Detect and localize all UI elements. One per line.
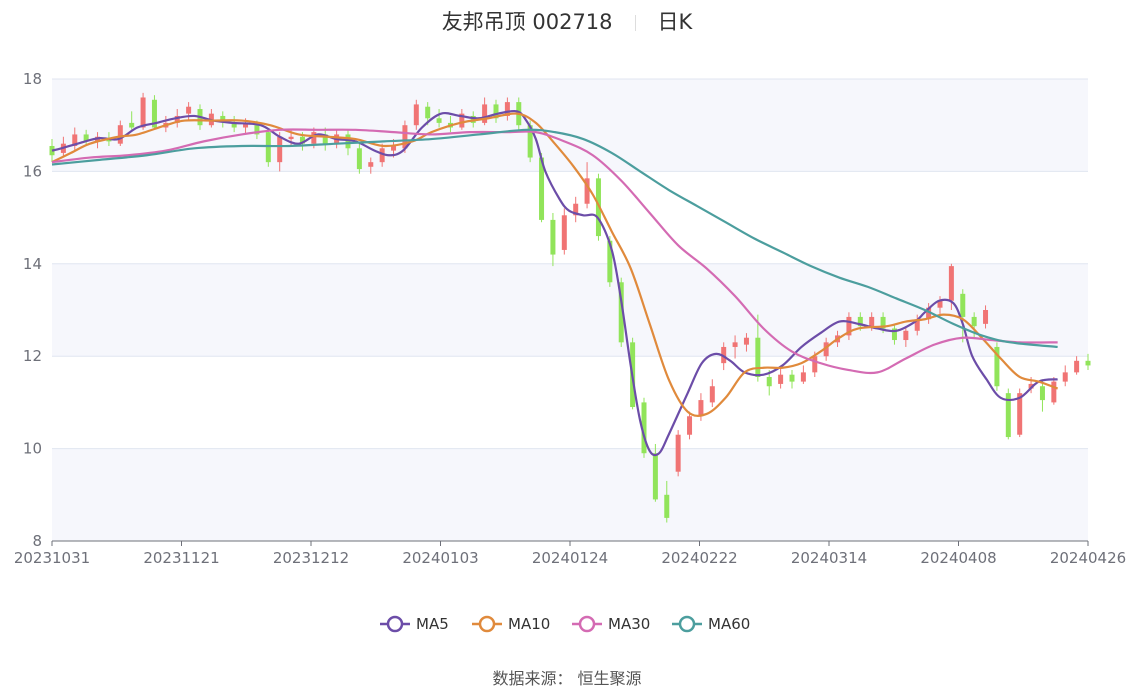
candle-body bbox=[550, 219, 556, 255]
band-16 bbox=[52, 79, 1088, 172]
band-8 bbox=[52, 448, 1088, 541]
candle-body bbox=[766, 376, 772, 387]
candle-body bbox=[368, 162, 374, 167]
candle-body bbox=[960, 293, 966, 317]
candle-body bbox=[971, 316, 977, 327]
legend-marker bbox=[478, 615, 496, 633]
candle bbox=[1051, 376, 1057, 405]
candle bbox=[698, 393, 704, 421]
candle-body bbox=[869, 316, 875, 327]
candle bbox=[709, 379, 715, 408]
y-tick-label: 16 bbox=[23, 162, 42, 180]
candle-body bbox=[652, 453, 658, 500]
legend-label: MA60 bbox=[708, 615, 750, 633]
candle-body bbox=[117, 125, 123, 144]
candle bbox=[800, 365, 806, 384]
candle bbox=[778, 367, 784, 389]
x-tick-label: 20231031 bbox=[14, 549, 90, 567]
x-axis: 20231031 20231121 20231212 20240103 20240124… bbox=[14, 540, 1126, 567]
candle-body bbox=[948, 266, 954, 301]
candle-body bbox=[186, 106, 192, 114]
y-tick-label: 18 bbox=[23, 70, 42, 88]
candle-body bbox=[903, 330, 909, 341]
y-tick-label: 14 bbox=[23, 255, 42, 273]
candle-body bbox=[356, 148, 362, 170]
candle-body bbox=[983, 310, 989, 324]
candle-body bbox=[413, 104, 419, 126]
legend-marker bbox=[578, 615, 596, 633]
candle bbox=[1074, 356, 1080, 375]
candle bbox=[1005, 388, 1011, 440]
candle-body bbox=[778, 374, 784, 384]
candle-body bbox=[800, 372, 806, 382]
candle bbox=[994, 342, 1000, 391]
candle bbox=[265, 129, 271, 167]
candle-body bbox=[265, 132, 271, 163]
candle-body bbox=[743, 337, 749, 345]
candle bbox=[687, 411, 693, 440]
x-tick-label: 20240124 bbox=[532, 549, 608, 567]
y-tick-label: 12 bbox=[23, 347, 42, 365]
legend-item-ma30[interactable]: MA30 bbox=[572, 615, 650, 633]
x-tick-label: 20240222 bbox=[661, 549, 737, 567]
legend-item-ma10[interactable]: MA10 bbox=[472, 615, 550, 633]
legend-label: MA5 bbox=[416, 615, 449, 633]
candle-body bbox=[277, 136, 283, 163]
candle-body bbox=[732, 342, 738, 347]
x-tick-label: 20231121 bbox=[143, 549, 219, 567]
candle-body bbox=[698, 400, 704, 417]
y-tick-label: 10 bbox=[23, 440, 42, 458]
band-12 bbox=[52, 263, 1088, 357]
candle-body bbox=[561, 215, 567, 250]
candle-body bbox=[755, 337, 761, 377]
x-tick-label: 20231212 bbox=[273, 549, 349, 567]
candle bbox=[550, 212, 556, 267]
candlestick-chart: 8 10 12 14 16 18 20231031 20231121 20231212 2024… bbox=[14, 70, 1126, 633]
candle bbox=[561, 208, 567, 255]
candle-body bbox=[1039, 386, 1045, 401]
legend-marker bbox=[386, 615, 404, 633]
candle-body bbox=[789, 374, 795, 382]
candle-body bbox=[1074, 360, 1080, 373]
legend-item-ma60[interactable]: MA60 bbox=[672, 615, 750, 633]
candle-body bbox=[812, 356, 818, 373]
candle-body bbox=[709, 386, 715, 403]
candle-body bbox=[436, 118, 442, 123]
candle-body bbox=[1085, 360, 1091, 366]
y-tick-label: 8 bbox=[32, 532, 42, 550]
candle bbox=[675, 430, 681, 477]
candle-body bbox=[1062, 372, 1068, 382]
candle-body bbox=[675, 434, 681, 472]
candle-body bbox=[140, 97, 146, 128]
candle bbox=[789, 370, 795, 389]
candle-body bbox=[425, 106, 431, 119]
x-tick-label: 20240426 bbox=[1050, 549, 1126, 567]
y-axis: 8 10 12 14 16 18 bbox=[23, 70, 42, 550]
legend[interactable]: MA5 MA10 MA30 MA60 bbox=[380, 615, 750, 633]
candle bbox=[1062, 365, 1068, 387]
legend-label: MA10 bbox=[508, 615, 550, 633]
legend-label: MA30 bbox=[608, 615, 650, 633]
x-tick-label: 20240408 bbox=[920, 549, 996, 567]
legend-item-ma5[interactable]: MA5 bbox=[380, 615, 449, 633]
candle-body bbox=[288, 136, 294, 140]
candle-body bbox=[687, 416, 693, 435]
candle-body bbox=[664, 494, 670, 518]
x-tick-label: 20240103 bbox=[402, 549, 478, 567]
x-tick-label: 20240314 bbox=[791, 549, 867, 567]
candle-body bbox=[129, 122, 135, 128]
legend-marker bbox=[678, 615, 696, 633]
candle-body bbox=[1051, 381, 1057, 403]
data-source: 数据来源： 恒生聚源 bbox=[492, 669, 642, 688]
candle bbox=[573, 196, 579, 223]
